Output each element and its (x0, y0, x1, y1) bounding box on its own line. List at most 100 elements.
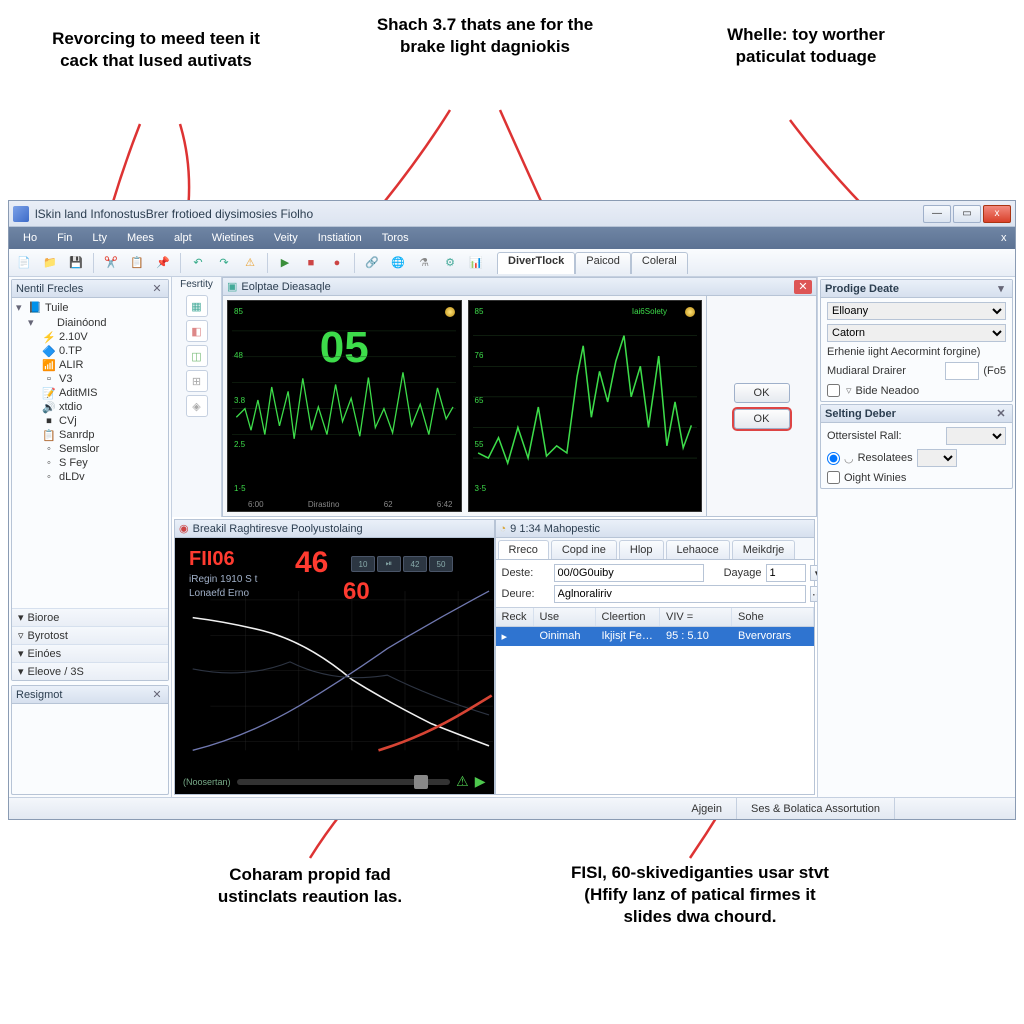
menu-item[interactable]: Veity (264, 230, 308, 246)
col-header[interactable]: VIV = (660, 608, 732, 626)
menu-item[interactable]: Fin (47, 230, 82, 246)
checkbox-item[interactable]: ▿Bide Neadoo (827, 384, 1006, 397)
toolbar-redo-icon[interactable]: ↷ (213, 252, 235, 274)
toolbar-warning-icon[interactable]: ⚠ (239, 252, 261, 274)
toolbar-stop-icon[interactable]: ■ (300, 252, 322, 274)
status-cell: Ses & Bolatica Assortution (737, 798, 895, 819)
toolbar-new-icon[interactable]: 📄 (13, 252, 35, 274)
accordion-item[interactable]: ▾Einóes (12, 644, 168, 662)
diag-tab[interactable]: Meikdrje (732, 540, 796, 559)
palette-button[interactable]: ⊞ (186, 370, 208, 392)
left-panel-header: Nentil Frecles ✕ (12, 280, 168, 298)
ok-button-highlighted[interactable]: OK (734, 409, 790, 429)
center-area: Fesrtity ▦ ◧ ◫ ⊞ ◈ ▣ Eolptae Dieasaqle ✕ (172, 277, 817, 797)
checkbox-item[interactable]: Oight Winies (827, 471, 1006, 484)
menubar: Ho Fin Lty Mees alpt Wietines Veity Inst… (9, 227, 1015, 249)
close-button[interactable]: x (983, 205, 1011, 223)
toolbar-cut-icon[interactable]: ✂️ (100, 252, 122, 274)
rate-select[interactable] (946, 427, 1006, 445)
col-header[interactable]: Sohe (732, 608, 814, 626)
minimize-button[interactable]: — (923, 205, 951, 223)
diag-table[interactable]: Reck Use Cleertion VIV = Sohe ▸ Oinimah … (496, 607, 815, 794)
app-window: lSkin land InfonostusBrer frotioed diysi… (8, 200, 1016, 820)
brake-title: Breakil Raghtiresve Poolyustolaing (193, 523, 363, 535)
accordion-item[interactable]: ▿Byrotost (12, 626, 168, 644)
oscilloscope-1[interactable]: 85483.82.51·5 05 6:00Dirastino626:42 (227, 300, 462, 512)
annotation-2: Shach 3.7 thats ane for the brake light … (370, 14, 600, 58)
scope-close-icon[interactable]: ✕ (794, 280, 812, 294)
toolbar-connect-icon[interactable]: 🔗 (361, 252, 383, 274)
value-input[interactable] (945, 362, 979, 380)
panel-title: Prodige Deate (825, 283, 899, 295)
annotation-4: Coharam propid fad ustinclats reaution l… (190, 864, 430, 908)
toolbar-filter-icon[interactable]: ⚗ (413, 252, 435, 274)
main-tab-1[interactable]: DiverTlock (497, 252, 575, 274)
profile-select-2[interactable]: Catorn (827, 324, 1006, 342)
toolbar-globe-icon[interactable]: 🌐 (387, 252, 409, 274)
col-header[interactable]: Cleertion (596, 608, 661, 626)
toolbar-run-icon[interactable]: ▶ (274, 252, 296, 274)
diag-tab[interactable]: Hlop (619, 540, 664, 559)
diag-tab[interactable]: Lehaoce (666, 540, 730, 559)
toolbar-undo-icon[interactable]: ↶ (187, 252, 209, 274)
menubar-close-icon[interactable]: x (991, 230, 1011, 246)
form-label: Dayage (708, 567, 762, 579)
diag-tab[interactable]: Rreco (498, 540, 549, 559)
play-icon[interactable]: ▶ (475, 773, 486, 790)
toolbar-gear-icon[interactable]: ⚙ (439, 252, 461, 274)
menu-item[interactable]: Wietines (202, 230, 264, 246)
toolbar-copy-icon[interactable]: 📋 (126, 252, 148, 274)
menu-item[interactable]: Instiation (308, 230, 372, 246)
toolbar-chart-icon[interactable]: 📊 (465, 252, 487, 274)
palette-button[interactable]: ▦ (186, 295, 208, 317)
menu-item[interactable]: Toros (372, 230, 419, 246)
brake-panel: ◉Breakil Raghtiresve Poolyustolaing FII0… (174, 519, 495, 795)
menu-item[interactable]: Mees (117, 230, 164, 246)
date-input[interactable] (554, 564, 704, 582)
radio-item[interactable]: ◡ Resolatees (827, 449, 1006, 467)
deure-input[interactable] (554, 585, 806, 603)
panel-close-icon[interactable]: ✕ (994, 407, 1008, 421)
panel-title: Selting Deber (825, 408, 896, 420)
oscilloscope-2[interactable]: 857665553·5 Iai6Solety (468, 300, 703, 512)
form-label: Deste: (502, 567, 550, 579)
palette-button[interactable]: ◈ (186, 395, 208, 417)
main-tab-3[interactable]: Coleral (631, 252, 688, 274)
col-header[interactable]: Use (534, 608, 596, 626)
toolbar-record-icon[interactable]: ● (326, 252, 348, 274)
statusbar: Ajgein Ses & Bolatica Assortution (9, 797, 1015, 819)
toolbar-open-icon[interactable]: 📁 (39, 252, 61, 274)
annotation-5: FISI, 60-skivediganties usar stvt (Hfify… (560, 862, 840, 928)
toolbar-save-icon[interactable]: 💾 (65, 252, 87, 274)
app-icon (13, 206, 29, 222)
property-label: Ottersistel Rall: (827, 430, 942, 442)
annotation-1: Revorcing to meed teen it cack that luse… (46, 28, 266, 72)
palette-button[interactable]: ◫ (186, 345, 208, 367)
tree-view[interactable]: ▾📘Tuile ▾Diainóond ⚡2.10V 🔷0.TP 📶ALIR ▫V… (12, 298, 168, 608)
annotation-3: Whelle: toy worther paticulat toduage (716, 24, 896, 68)
brake-slider[interactable] (237, 779, 451, 785)
window-title: lSkin land InfonostusBrer frotioed diysi… (35, 207, 923, 221)
form-label: Deure: (502, 588, 550, 600)
menu-item[interactable]: Ho (13, 230, 47, 246)
property-label: Mudiaral Drairer (827, 365, 941, 377)
toolbar-paste-icon[interactable]: 📌 (152, 252, 174, 274)
accordion-item[interactable]: ▾Bioroe (12, 608, 168, 626)
ok-button[interactable]: OK (734, 383, 790, 403)
profile-select-1[interactable]: Elloany (827, 302, 1006, 320)
col-header[interactable]: Reck (496, 608, 534, 626)
collapse-icon[interactable]: ▾ (994, 282, 1008, 296)
menu-item[interactable]: Lty (82, 230, 117, 246)
dayage-input[interactable] (766, 564, 806, 582)
main-tab-2[interactable]: Paicod (575, 252, 631, 274)
maximize-button[interactable]: ▭ (953, 205, 981, 223)
diag-tab[interactable]: Copd ine (551, 540, 617, 559)
panel-close-icon[interactable]: ✕ (150, 282, 164, 296)
palette-button[interactable]: ◧ (186, 320, 208, 342)
table-row[interactable]: ▸ Oinimah Ikjisjt Feme lti 3aatnage Der … (496, 627, 815, 646)
brake-viz[interactable]: FII06 46 60 iRegin 1910 S t Lonaefd Erno… (175, 538, 494, 794)
accordion-item[interactable]: ▾Eleove / 3S (12, 662, 168, 680)
titlebar[interactable]: lSkin land InfonostusBrer frotioed diysi… (9, 201, 1015, 227)
panel-close-icon[interactable]: ✕ (150, 688, 164, 702)
menu-item[interactable]: alpt (164, 230, 202, 246)
